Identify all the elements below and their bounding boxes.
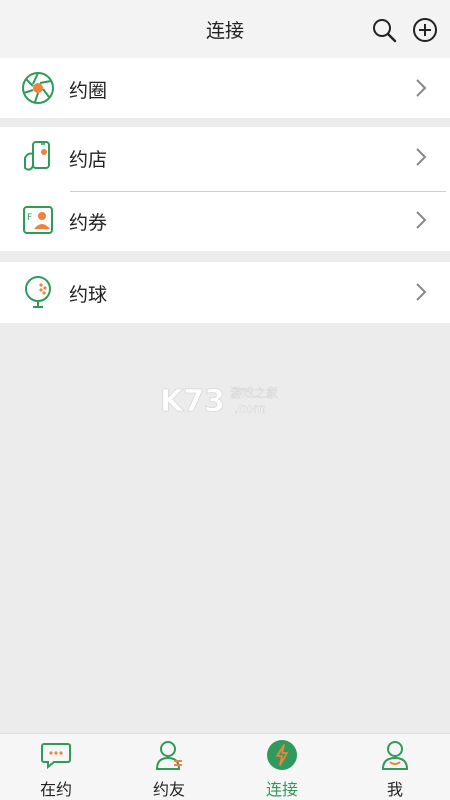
tab-label: 连接 bbox=[265, 780, 298, 799]
watermark-logo: K73 游戏之家 .com bbox=[160, 384, 278, 417]
coupon-icon: F bbox=[23, 206, 53, 234]
menu-group-2: 约店 F 约券 bbox=[0, 127, 450, 251]
menu-item-yuequan[interactable]: 约圈 bbox=[0, 58, 450, 119]
tab-wo[interactable]: 我 bbox=[350, 734, 440, 800]
phone-hand-icon bbox=[24, 141, 50, 171]
golf-ball-icon bbox=[25, 276, 51, 308]
chat-bubble-icon bbox=[41, 743, 71, 770]
aperture-icon bbox=[22, 72, 54, 104]
chevron-right-icon bbox=[416, 283, 427, 301]
svg-text:游戏之家: 游戏之家 bbox=[230, 385, 278, 400]
menu-item-label: 约店 bbox=[69, 149, 108, 171]
tab-label: 我 bbox=[386, 780, 403, 799]
menu-item-label: 约圈 bbox=[69, 80, 108, 102]
tab-label: 约友 bbox=[152, 780, 185, 799]
lightning-icon bbox=[267, 740, 297, 770]
menu-item-yueqiu[interactable]: 约球 bbox=[0, 262, 450, 323]
tab-yueyou[interactable]: 约友 bbox=[124, 734, 214, 800]
menu-item-yuequan-coupon[interactable]: F 约券 bbox=[0, 190, 450, 251]
svg-text:K73: K73 bbox=[160, 384, 225, 417]
user-icon bbox=[381, 741, 409, 770]
person-icon bbox=[155, 741, 182, 770]
menu-item-yuedian[interactable]: 约店 bbox=[0, 127, 450, 188]
tab-lianjie[interactable]: 连接 bbox=[237, 734, 327, 800]
menu-item-label: 约球 bbox=[69, 284, 108, 306]
tab-zaiyue[interactable]: 在约 bbox=[11, 734, 101, 800]
bottom-tab-bar: 在约 约友 连接 我 bbox=[0, 733, 450, 800]
menu-item-label: 约券 bbox=[69, 212, 108, 234]
search-icon[interactable] bbox=[371, 17, 397, 43]
chevron-right-icon bbox=[416, 211, 427, 229]
menu-group-1: 约圈 bbox=[0, 58, 450, 118]
top-bar: 连接 bbox=[0, 0, 450, 59]
tab-label: 在约 bbox=[39, 780, 72, 799]
menu-group-3: 约球 bbox=[0, 262, 450, 323]
plus-circle-icon[interactable] bbox=[412, 17, 438, 43]
svg-text:.com: .com bbox=[234, 402, 266, 417]
svg-text:F: F bbox=[27, 213, 32, 223]
chevron-right-icon bbox=[416, 79, 427, 97]
chevron-right-icon bbox=[416, 148, 427, 166]
